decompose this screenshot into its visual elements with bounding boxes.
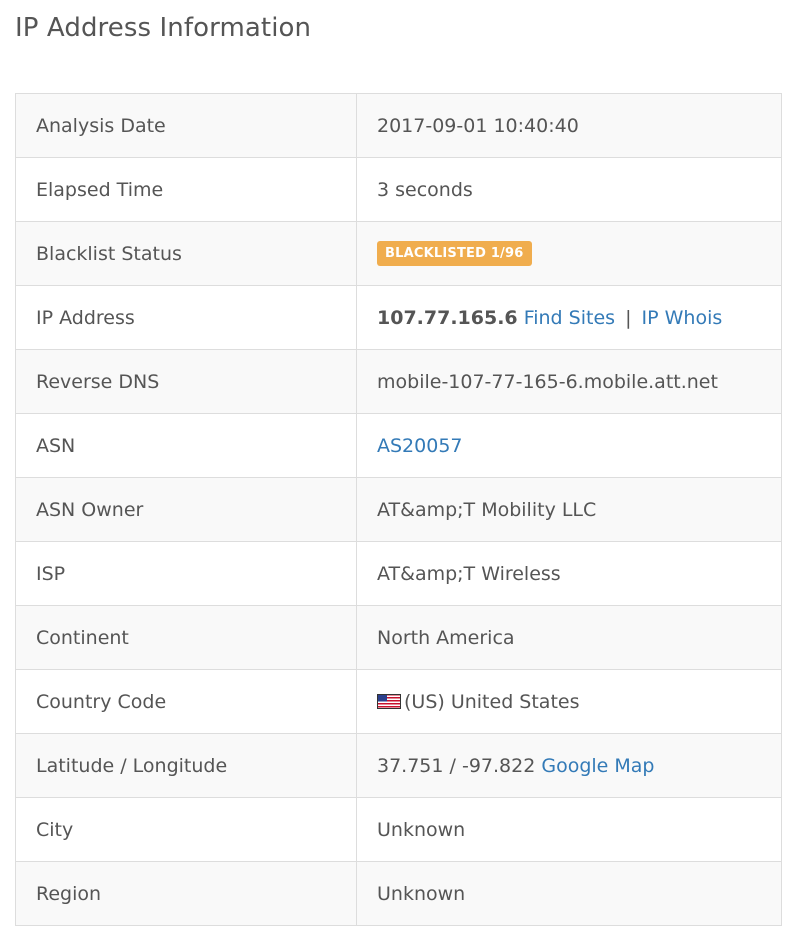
country-code-value: (US) United States [404,690,580,713]
asn-link[interactable]: AS20057 [377,435,463,457]
country-code-cell: (US) United States [356,669,782,734]
table-row-isp: ISP AT&amp;T Wireless [15,541,782,606]
elapsed-time-value: 3 seconds [356,157,782,222]
table-row-lat-long: Latitude / Longitude 37.751 / -97.822 Go… [15,733,782,798]
city-label: City [15,797,357,862]
table-row-asn-owner: ASN Owner AT&amp;T Mobility LLC [15,477,782,542]
asn-label: ASN [15,413,357,478]
country-code-label: Country Code [15,669,357,734]
lat-long-value: 37.751 / -97.822 [377,754,536,777]
asn-cell: AS20057 [356,413,782,478]
table-row-analysis-date: Analysis Date 2017-09-01 10:40:40 [15,93,782,158]
table-row-blacklist-status: Blacklist Status BLACKLISTED 1/96 [15,221,782,286]
google-map-link[interactable]: Google Map [541,755,654,777]
table-row-city: City Unknown [15,797,782,862]
blacklist-status-label: Blacklist Status [15,221,357,286]
ip-address-label: IP Address [15,285,357,350]
city-value: Unknown [356,797,782,862]
continent-label: Continent [15,605,357,670]
find-sites-link[interactable]: Find Sites [524,307,615,329]
table-row-reverse-dns: Reverse DNS mobile-107-77-165-6.mobile.a… [15,349,782,414]
blacklist-status-badge: BLACKLISTED 1/96 [377,241,532,266]
asn-owner-value: AT&amp;T Mobility LLC [356,477,782,542]
reverse-dns-value: mobile-107-77-165-6.mobile.att.net [356,349,782,414]
isp-label: ISP [15,541,357,606]
blacklist-status-cell: BLACKLISTED 1/96 [356,221,782,286]
table-row-elapsed-time: Elapsed Time 3 seconds [15,157,782,222]
lat-long-cell: 37.751 / -97.822 Google Map [356,733,782,798]
elapsed-time-label: Elapsed Time [15,157,357,222]
analysis-date-label: Analysis Date [15,93,357,158]
page-title: IP Address Information [15,13,312,43]
ip-whois-link[interactable]: IP Whois [642,307,723,329]
table-row-ip-address: IP Address 107.77.165.6 Find Sites | IP … [15,285,782,350]
lat-long-label: Latitude / Longitude [15,733,357,798]
region-value: Unknown [356,861,782,926]
asn-owner-label: ASN Owner [15,477,357,542]
link-separator: | [625,306,632,329]
isp-value: AT&amp;T Wireless [356,541,782,606]
ip-address-cell: 107.77.165.6 Find Sites | IP Whois [356,285,782,350]
analysis-date-value: 2017-09-01 10:40:40 [356,93,782,158]
us-flag-icon [377,693,401,709]
reverse-dns-label: Reverse DNS [15,349,357,414]
region-label: Region [15,861,357,926]
table-row-country-code: Country Code (US) United States [15,669,782,734]
continent-value: North America [356,605,782,670]
table-row-region: Region Unknown [15,861,782,926]
ip-info-table: Analysis Date 2017-09-01 10:40:40 Elapse… [15,93,782,926]
table-row-continent: Continent North America [15,605,782,670]
ip-address-value: 107.77.165.6 [377,306,518,329]
table-row-asn: ASN AS20057 [15,413,782,478]
